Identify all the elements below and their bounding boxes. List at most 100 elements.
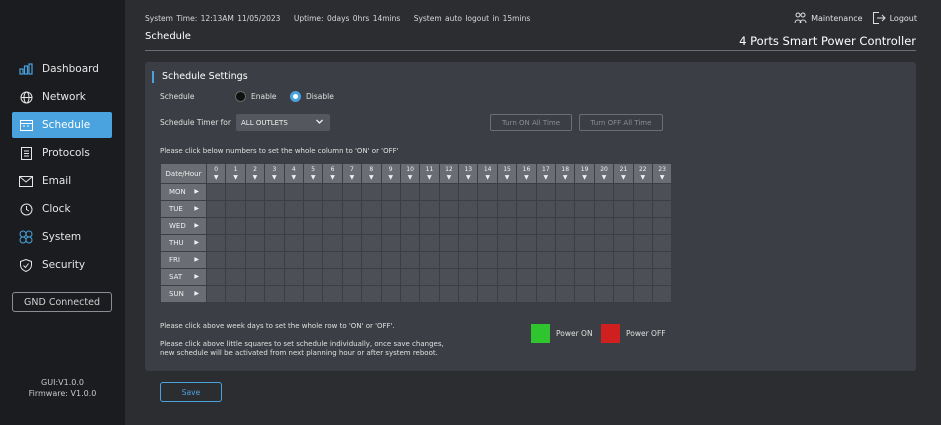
sidebar-item-dashboard[interactable]: Dashboard	[12, 56, 112, 82]
day-row-header[interactable]: SAT ▶	[160, 268, 207, 286]
schedule-cell[interactable]	[361, 268, 382, 286]
schedule-cell[interactable]	[380, 200, 401, 218]
schedule-cell[interactable]	[419, 268, 440, 286]
schedule-cell[interactable]	[574, 200, 595, 218]
schedule-cell[interactable]	[574, 251, 595, 269]
schedule-cell[interactable]	[632, 285, 653, 303]
schedule-cell[interactable]	[205, 217, 227, 235]
day-row-header[interactable]: MON ▶	[160, 183, 207, 201]
schedule-cell[interactable]	[283, 268, 304, 286]
hour-column-header[interactable]: 23 ▼	[651, 163, 673, 184]
schedule-cell[interactable]	[225, 234, 246, 252]
sidebar-item-protocols[interactable]: Protocols	[12, 140, 112, 166]
day-row-header[interactable]: WED ▶	[160, 217, 207, 235]
schedule-cell[interactable]	[283, 251, 304, 269]
hour-column-header[interactable]: 18 ▼	[555, 163, 576, 184]
schedule-cell[interactable]	[516, 251, 537, 269]
day-row-header[interactable]: FRI ▶	[160, 251, 207, 269]
schedule-cell[interactable]	[651, 268, 673, 286]
hour-column-header[interactable]: 3 ▼	[264, 163, 285, 184]
schedule-cell[interactable]	[535, 251, 557, 269]
schedule-cell[interactable]	[205, 200, 227, 218]
schedule-cell[interactable]	[613, 234, 634, 252]
schedule-cell[interactable]	[399, 251, 421, 269]
schedule-cell[interactable]	[322, 183, 343, 201]
schedule-cell[interactable]	[593, 200, 615, 218]
schedule-cell[interactable]	[632, 217, 653, 235]
hour-column-header[interactable]: 11 ▼	[419, 163, 440, 184]
schedule-cell[interactable]	[555, 234, 576, 252]
hour-column-header[interactable]: 15 ▼	[496, 163, 518, 184]
schedule-cell[interactable]	[399, 217, 421, 235]
schedule-cell[interactable]	[651, 200, 673, 218]
schedule-cell[interactable]	[419, 183, 440, 201]
schedule-cell[interactable]	[361, 200, 382, 218]
hour-column-header[interactable]: 13 ▼	[458, 163, 479, 184]
schedule-cell[interactable]	[632, 251, 653, 269]
schedule-cell[interactable]	[555, 217, 576, 235]
schedule-cell[interactable]	[341, 200, 363, 218]
schedule-cell[interactable]	[419, 251, 440, 269]
schedule-cell[interactable]	[496, 200, 518, 218]
schedule-cell[interactable]	[264, 217, 285, 235]
turn-off-all-button[interactable]: Turn OFF All Time	[579, 114, 663, 131]
schedule-cell[interactable]	[555, 285, 576, 303]
sidebar-item-system[interactable]: System	[12, 224, 112, 250]
schedule-cell[interactable]	[651, 217, 673, 235]
schedule-cell[interactable]	[302, 183, 324, 201]
schedule-cell[interactable]	[555, 200, 576, 218]
schedule-cell[interactable]	[244, 251, 266, 269]
schedule-cell[interactable]	[283, 200, 304, 218]
schedule-cell[interactable]	[244, 285, 266, 303]
schedule-cell[interactable]	[593, 234, 615, 252]
schedule-cell[interactable]	[361, 251, 382, 269]
schedule-cell[interactable]	[264, 200, 285, 218]
schedule-cell[interactable]	[651, 251, 673, 269]
schedule-cell[interactable]	[419, 234, 440, 252]
hour-column-header[interactable]: 1 ▼	[225, 163, 246, 184]
schedule-cell[interactable]	[302, 285, 324, 303]
schedule-cell[interactable]	[225, 268, 246, 286]
schedule-cell[interactable]	[632, 234, 653, 252]
schedule-cell[interactable]	[419, 285, 440, 303]
schedule-cell[interactable]	[555, 268, 576, 286]
schedule-cell[interactable]	[341, 268, 363, 286]
maintenance-button[interactable]: Maintenance	[794, 12, 863, 24]
hour-column-header[interactable]: 8 ▼	[361, 163, 382, 184]
schedule-cell[interactable]	[302, 217, 324, 235]
hour-column-header[interactable]: 4 ▼	[283, 163, 304, 184]
schedule-cell[interactable]	[613, 183, 634, 201]
disable-radio[interactable]: Disable	[290, 91, 334, 102]
schedule-cell[interactable]	[535, 200, 557, 218]
schedule-cell[interactable]	[302, 200, 324, 218]
schedule-cell[interactable]	[225, 200, 246, 218]
schedule-cell[interactable]	[341, 285, 363, 303]
sidebar-item-email[interactable]: Email	[12, 168, 112, 194]
schedule-cell[interactable]	[496, 234, 518, 252]
schedule-cell[interactable]	[458, 285, 479, 303]
schedule-cell[interactable]	[283, 285, 304, 303]
schedule-cell[interactable]	[283, 217, 304, 235]
schedule-cell[interactable]	[264, 268, 285, 286]
schedule-cell[interactable]	[613, 268, 634, 286]
schedule-cell[interactable]	[399, 200, 421, 218]
schedule-cell[interactable]	[399, 268, 421, 286]
schedule-cell[interactable]	[438, 268, 460, 286]
schedule-cell[interactable]	[264, 183, 285, 201]
schedule-cell[interactable]	[555, 183, 576, 201]
schedule-cell[interactable]	[477, 251, 498, 269]
schedule-cell[interactable]	[380, 234, 401, 252]
schedule-cell[interactable]	[302, 268, 324, 286]
schedule-cell[interactable]	[613, 217, 634, 235]
schedule-cell[interactable]	[593, 217, 615, 235]
outlet-select[interactable]: ALL OUTLETS	[236, 114, 330, 131]
schedule-cell[interactable]	[458, 234, 479, 252]
hour-column-header[interactable]: 9 ▼	[380, 163, 401, 184]
schedule-cell[interactable]	[535, 234, 557, 252]
day-row-header[interactable]: SUN ▶	[160, 285, 207, 303]
schedule-cell[interactable]	[516, 285, 537, 303]
schedule-cell[interactable]	[380, 217, 401, 235]
hour-column-header[interactable]: 14 ▼	[477, 163, 498, 184]
schedule-cell[interactable]	[496, 285, 518, 303]
sidebar-item-network[interactable]: Network	[12, 84, 112, 110]
